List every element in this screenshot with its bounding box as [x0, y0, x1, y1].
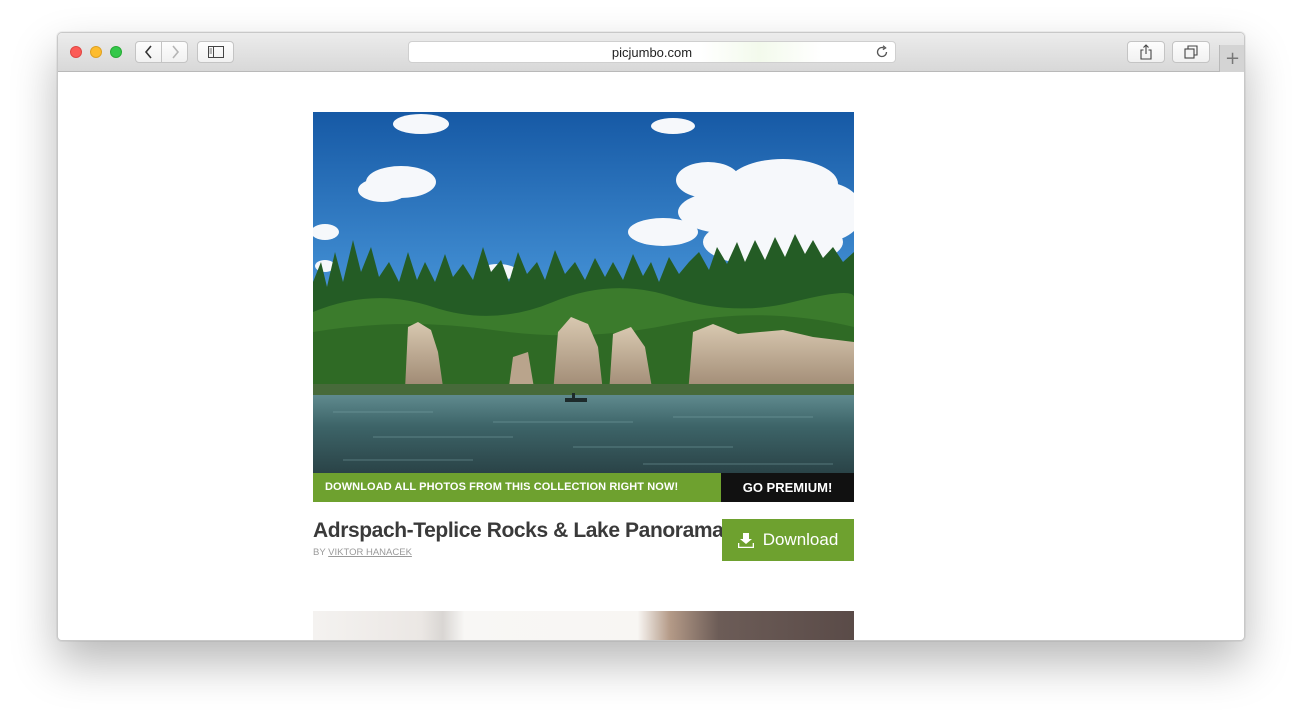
lake-panorama-image: [313, 112, 854, 473]
reload-icon[interactable]: [875, 45, 889, 59]
download-label: Download: [762, 530, 839, 549]
premium-promo-bar: DOWNLOAD ALL PHOTOS FROM THIS COLLECTION…: [313, 473, 854, 502]
next-photo-preview[interactable]: [313, 611, 854, 640]
sidebar-icon: [207, 46, 224, 58]
page-content: DOWNLOAD ALL PHOTOS FROM THIS COLLECTION…: [58, 72, 1244, 640]
maximize-window-button[interactable]: [110, 46, 122, 58]
chevron-left-icon: [144, 45, 154, 59]
sidebar-toggle-button[interactable]: [197, 41, 234, 63]
new-tab-button[interactable]: +: [1219, 45, 1244, 72]
plus-icon: +: [1224, 48, 1241, 69]
download-button[interactable]: Download: [722, 519, 854, 561]
photo-title[interactable]: Adrspach-Teplice Rocks & Lake Panorama: [313, 519, 724, 543]
go-premium-button[interactable]: GO PREMIUM!: [721, 473, 854, 502]
share-icon: [1139, 44, 1153, 60]
browser-toolbar: picjumbo.com +: [58, 33, 1244, 72]
share-button[interactable]: [1127, 41, 1165, 63]
back-button[interactable]: [135, 41, 162, 63]
tabs-overview-icon: [1184, 45, 1198, 59]
author-link[interactable]: VIKTOR HANACEK: [328, 547, 412, 558]
download-icon: [737, 532, 754, 548]
featured-photo[interactable]: [313, 112, 854, 473]
tabs-overview-button[interactable]: [1172, 41, 1210, 63]
forward-button[interactable]: [161, 41, 188, 63]
url-text: picjumbo.com: [611, 45, 693, 60]
address-bar[interactable]: picjumbo.com: [408, 41, 896, 63]
close-window-button[interactable]: [70, 46, 82, 58]
by-label: BY: [313, 547, 326, 558]
photo-byline: BY VIKTOR HANACEK: [313, 547, 412, 558]
chevron-right-icon: [170, 45, 180, 59]
minimize-window-button[interactable]: [90, 46, 102, 58]
browser-window: picjumbo.com + DOWNLOAD ALL PHOTOS FROM …: [57, 32, 1245, 641]
promo-text-link[interactable]: DOWNLOAD ALL PHOTOS FROM THIS COLLECTION…: [313, 473, 721, 502]
